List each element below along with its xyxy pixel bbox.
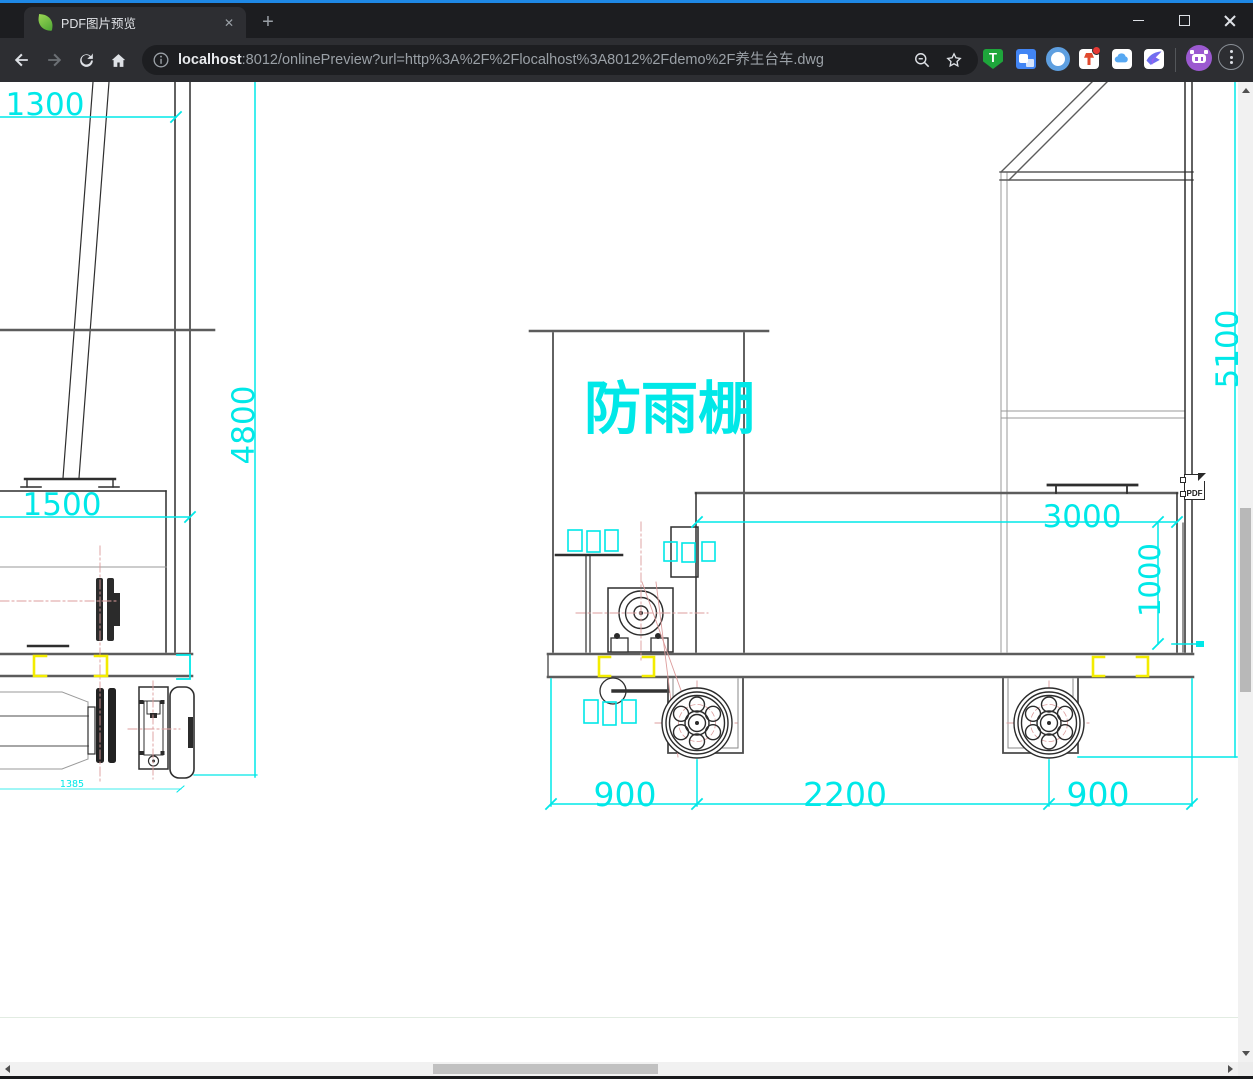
dim-1500: 1500 bbox=[23, 487, 102, 523]
dim-3000: 3000 bbox=[1043, 499, 1122, 535]
page-boundary-line bbox=[0, 1017, 1238, 1018]
wheel-disc bbox=[108, 688, 116, 763]
new-tab-button[interactable]: + bbox=[256, 11, 280, 35]
zoom-level-icon[interactable] bbox=[912, 50, 932, 70]
dim-4800: 4800 bbox=[226, 386, 262, 465]
wheel-right bbox=[1013, 687, 1085, 759]
dim-1300: 1300 bbox=[6, 87, 85, 123]
translate-icon bbox=[1016, 49, 1036, 69]
dim-900-right: 900 bbox=[1067, 775, 1130, 814]
roof-line bbox=[1008, 82, 1108, 181]
scroll-right-arrow-icon[interactable] bbox=[1228, 1065, 1233, 1073]
ring-icon bbox=[1046, 47, 1070, 71]
extension-bird[interactable] bbox=[1144, 49, 1164, 69]
avatar-face bbox=[1192, 54, 1206, 63]
hub-plate bbox=[87, 706, 96, 755]
browser-window: PDF图片预览 ✕ + localhost:8012/onlinePreview… bbox=[0, 0, 1253, 1079]
url-path: :8012/onlinePreview?url=http%3A%2F%2Floc… bbox=[241, 52, 824, 68]
extension-translate[interactable] bbox=[1016, 49, 1036, 69]
maximize-icon bbox=[1178, 15, 1190, 26]
home-icon bbox=[111, 53, 125, 67]
horizontal-scroll-thumb[interactable] bbox=[433, 1064, 658, 1074]
scrollbar-corner bbox=[1238, 1062, 1253, 1076]
scroll-down-arrow-icon[interactable] bbox=[1242, 1051, 1250, 1056]
extension-tampermonkey[interactable]: T bbox=[983, 49, 1003, 69]
forward-icon bbox=[48, 53, 62, 67]
reload-icon bbox=[79, 52, 93, 67]
deck-highlights bbox=[597, 655, 1150, 678]
spring-leaf-favicon bbox=[37, 14, 54, 31]
pdf-download-badge[interactable]: PDF bbox=[1180, 474, 1205, 500]
site-info-icon[interactable] bbox=[151, 50, 171, 70]
tab-strip: PDF图片预览 ✕ + bbox=[0, 3, 1253, 38]
panel-box bbox=[670, 526, 699, 578]
mast-line bbox=[62, 82, 94, 479]
dim-1385: 1385 bbox=[60, 779, 84, 790]
extension-proxy[interactable] bbox=[1046, 47, 1070, 71]
vertical-scroll-thumb[interactable] bbox=[1240, 508, 1251, 692]
disc bbox=[107, 578, 114, 641]
address-bar[interactable]: localhost:8012/onlinePreview?url=http%3A… bbox=[142, 45, 978, 75]
page-content: 1300 1500 4800 1385 防雨棚 5100 3000 1000 9… bbox=[0, 82, 1253, 1062]
back-icon bbox=[14, 53, 28, 67]
window-controls bbox=[1115, 3, 1253, 38]
dim-5100: 5100 bbox=[1210, 310, 1238, 389]
pdf-badge-label: PDF bbox=[1186, 489, 1203, 498]
toolbar-separator bbox=[1175, 48, 1176, 72]
close-icon bbox=[1224, 15, 1236, 27]
scroll-up-arrow-icon[interactable] bbox=[1242, 88, 1250, 93]
axle bbox=[0, 691, 89, 770]
tampermonkey-shield-icon: T bbox=[983, 49, 1003, 69]
vertical-scrollbar[interactable] bbox=[1238, 82, 1253, 1062]
scroll-left-arrow-icon[interactable] bbox=[5, 1065, 10, 1073]
extension-cloud[interactable] bbox=[1112, 49, 1132, 69]
maximize-button[interactable] bbox=[1161, 3, 1207, 38]
minimize-icon bbox=[1132, 20, 1144, 21]
shelter-label: 防雨棚 bbox=[584, 376, 755, 442]
dim-900-left: 900 bbox=[594, 775, 657, 814]
browser-tab[interactable]: PDF图片预览 ✕ bbox=[24, 7, 246, 38]
extension-with-badge[interactable] bbox=[1079, 46, 1101, 69]
dim-1000: 1000 bbox=[1133, 543, 1167, 617]
url-text[interactable]: localhost:8012/onlinePreview?url=http%3A… bbox=[178, 45, 824, 75]
close-button[interactable] bbox=[1207, 3, 1253, 38]
roof-line bbox=[1000, 82, 1093, 173]
horizontal-scrollbar[interactable] bbox=[0, 1062, 1238, 1076]
tab-close-icon[interactable]: ✕ bbox=[220, 14, 238, 32]
url-host: localhost bbox=[178, 52, 242, 68]
forward-button[interactable] bbox=[36, 42, 72, 78]
cad-drawing: 1300 1500 4800 1385 防雨棚 5100 3000 1000 9… bbox=[0, 82, 1238, 814]
bird-icon bbox=[1144, 49, 1164, 69]
browser-toolbar: localhost:8012/onlinePreview?url=http%3A… bbox=[0, 38, 1253, 82]
profile-avatar[interactable] bbox=[1186, 45, 1212, 71]
home-button[interactable] bbox=[100, 42, 136, 78]
avatar-ear bbox=[1204, 50, 1208, 54]
reload-button[interactable] bbox=[68, 42, 104, 78]
browser-menu-button[interactable] bbox=[1218, 44, 1244, 70]
mast-line bbox=[78, 82, 110, 479]
wheel-left bbox=[661, 687, 733, 759]
left-highlights bbox=[32, 654, 109, 678]
cloud-icon bbox=[1112, 49, 1132, 69]
minimize-button[interactable] bbox=[1115, 3, 1161, 38]
back-button[interactable] bbox=[4, 42, 40, 78]
bearing-block bbox=[138, 686, 169, 770]
disc bbox=[96, 578, 103, 641]
tab-title: PDF图片预览 bbox=[61, 17, 137, 31]
left-dimensions bbox=[0, 82, 258, 793]
dim-2200: 2200 bbox=[803, 775, 887, 814]
main-dimensions bbox=[544, 82, 1238, 811]
badge-nub bbox=[1180, 477, 1186, 483]
bookmark-star-icon[interactable] bbox=[944, 50, 964, 70]
left-dimension-labels: 1300 1500 4800 1385 bbox=[6, 87, 262, 790]
notification-badge bbox=[1092, 46, 1101, 55]
